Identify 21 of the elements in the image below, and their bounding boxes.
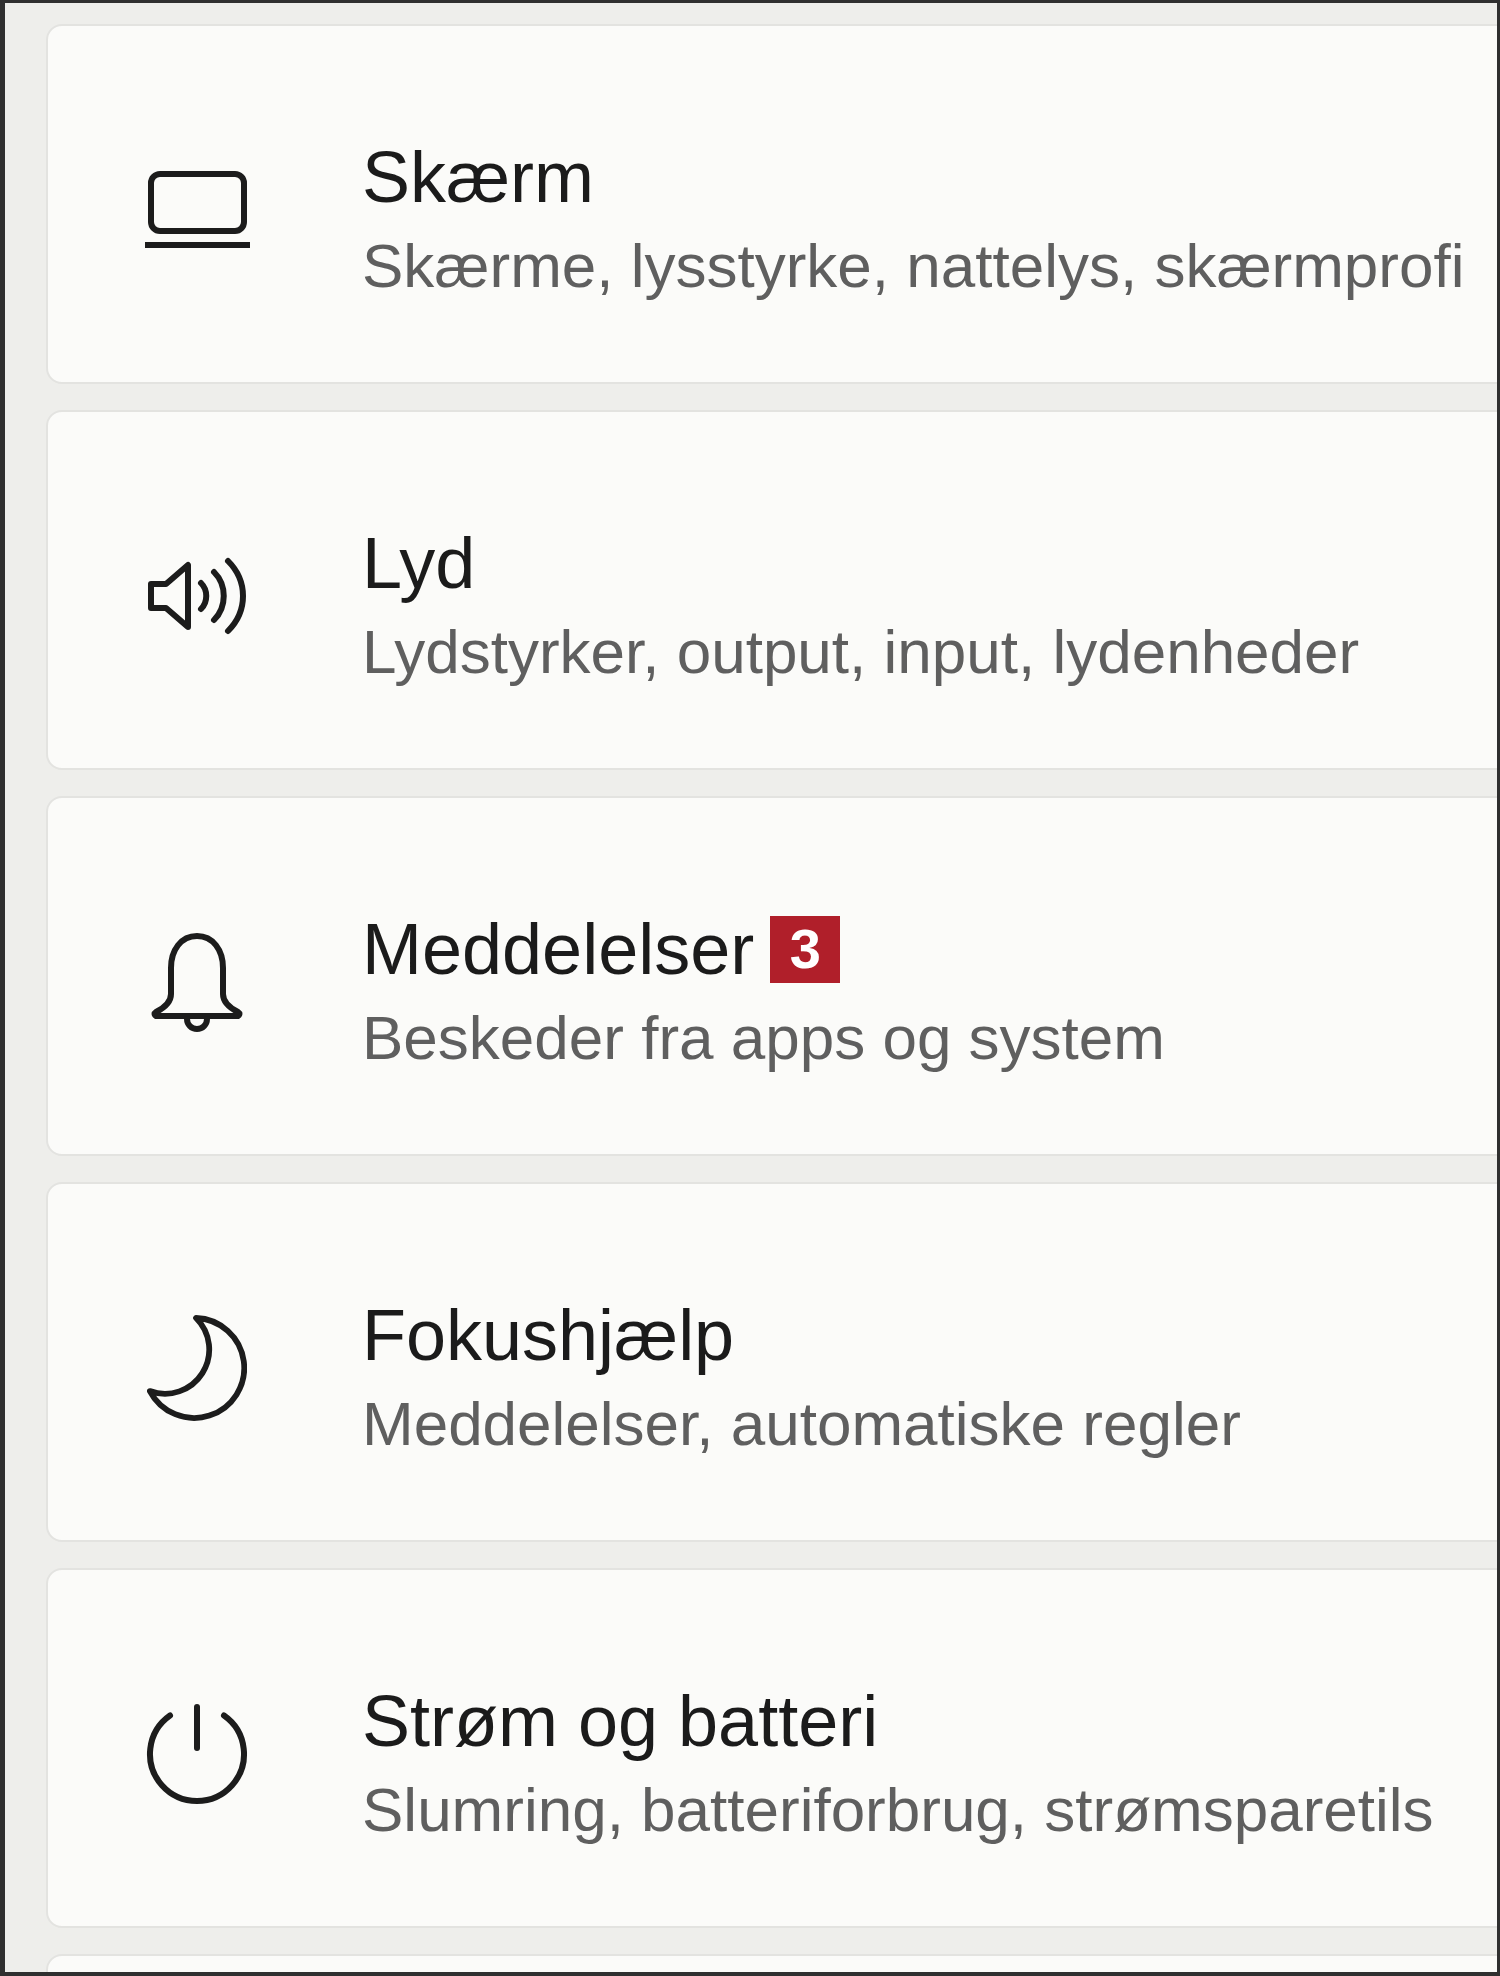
laptop-icon [144, 171, 250, 249]
item-title: Fokushjælp [362, 1294, 735, 1377]
item-title: Strøm og batteri [362, 1680, 879, 1763]
item-description: Skærme, lysstyrke, nattelys, skærmprofi [362, 230, 1465, 302]
speaker-icon [146, 555, 248, 637]
power-icon [146, 1703, 248, 1805]
item-title: Meddelelser [362, 908, 755, 991]
notification-count: 3 [770, 915, 841, 983]
settings-item[interactable]: Meddelelser 3 Beskeder fra apps og system [46, 796, 1497, 1156]
item-title: Lyd [362, 522, 476, 605]
item-description: Lydstyrker, output, input, lydenheder [362, 616, 1360, 688]
bell-icon [150, 932, 244, 1032]
item-description: Meddelelser, automatiske regler [362, 1388, 1241, 1460]
settings-item[interactable]: Lyd Lydstyrker, output, input, lydenheder [46, 410, 1497, 770]
settings-item[interactable]: Strøm og batteri Slumring, batteriforbrug, strømsparetils [46, 1568, 1497, 1928]
settings-item[interactable]: Skærm Skærme, lysstyrke, nattelys, skærmprofi [46, 24, 1497, 384]
item-description: Slumring, batteriforbrug, strømsparetils [362, 1774, 1434, 1846]
moon-icon [147, 1315, 247, 1421]
item-title: Skærm [362, 136, 594, 219]
settings-item[interactable]: Fokushjælp Meddelelser, automatiske regler [46, 1182, 1497, 1542]
item-description: Beskeder fra apps og system [362, 1002, 1165, 1074]
